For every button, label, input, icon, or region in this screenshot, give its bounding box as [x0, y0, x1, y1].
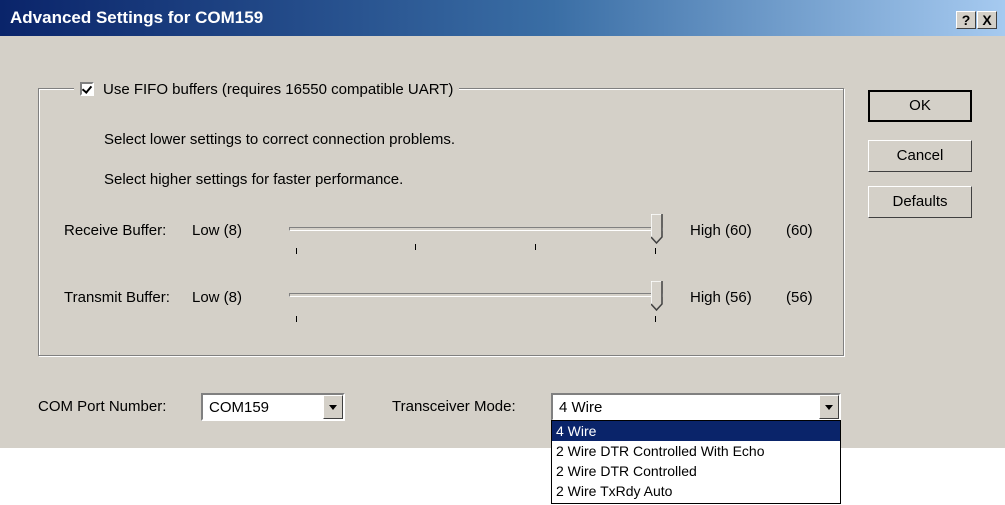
defaults-button[interactable]: Defaults — [868, 186, 972, 218]
transmit-value: (56) — [786, 289, 813, 306]
transmit-buffer-label: Transmit Buffer: — [64, 289, 170, 306]
chevron-down-icon[interactable] — [819, 395, 839, 419]
receive-value: (60) — [786, 222, 813, 239]
ok-button[interactable]: OK — [868, 90, 972, 122]
window-title: Advanced Settings for COM159 — [10, 8, 264, 27]
fifo-checkbox[interactable]: Use FIFO buffers (requires 16550 compati… — [74, 78, 460, 100]
cancel-button[interactable]: Cancel — [868, 140, 972, 172]
advanced-settings-dialog: Advanced Settings for COM159 ? X Use FIF… — [0, 0, 1005, 448]
com-port-label: COM Port Number: — [38, 398, 167, 415]
com-port-select[interactable]: COM159 — [201, 393, 345, 421]
dropdown-option[interactable]: 2 Wire DTR Controlled — [552, 461, 840, 481]
dropdown-option[interactable]: 4 Wire — [552, 421, 840, 441]
help-button[interactable]: ? — [956, 11, 976, 29]
receive-tick — [535, 244, 536, 250]
receive-slider-thumb[interactable] — [651, 214, 663, 244]
checkbox-check-icon[interactable] — [80, 82, 94, 96]
hint-higher: Select higher settings for faster perfor… — [104, 171, 404, 188]
dropdown-option[interactable]: 2 Wire DTR Controlled With Echo — [552, 441, 840, 461]
transmit-tick — [655, 316, 656, 322]
transmit-slider-track[interactable] — [289, 293, 663, 297]
receive-low-label: Low (8) — [192, 222, 243, 239]
dropdown-option[interactable]: 2 Wire TxRdy Auto — [552, 481, 840, 501]
receive-slider-track[interactable] — [289, 227, 663, 231]
title-bar[interactable]: Advanced Settings for COM159 ? X — [0, 0, 1005, 36]
receive-high-label: High (60) — [690, 222, 752, 239]
transceiver-mode-select[interactable]: 4 Wire — [551, 393, 841, 421]
hint-lower: Select lower settings to correct connect… — [104, 131, 455, 148]
transceiver-mode-label: Transceiver Mode: — [392, 398, 516, 415]
fifo-checkbox-label: Use FIFO buffers (requires 16550 compati… — [103, 80, 454, 98]
chevron-down-icon[interactable] — [323, 395, 343, 419]
receive-tick — [296, 248, 297, 254]
close-button[interactable]: X — [977, 11, 997, 29]
com-port-value: COM159 — [209, 399, 270, 416]
transmit-high-label: High (56) — [690, 289, 752, 306]
receive-tick — [415, 244, 416, 250]
transmit-low-label: Low (8) — [192, 289, 243, 306]
receive-buffer-label: Receive Buffer: — [64, 222, 167, 239]
transceiver-mode-value: 4 Wire — [559, 399, 603, 416]
transmit-tick — [296, 316, 297, 322]
receive-tick — [655, 248, 656, 254]
transceiver-mode-dropdown: 4 Wire 2 Wire DTR Controlled With Echo 2… — [551, 420, 841, 504]
transmit-slider-thumb[interactable] — [651, 281, 663, 311]
